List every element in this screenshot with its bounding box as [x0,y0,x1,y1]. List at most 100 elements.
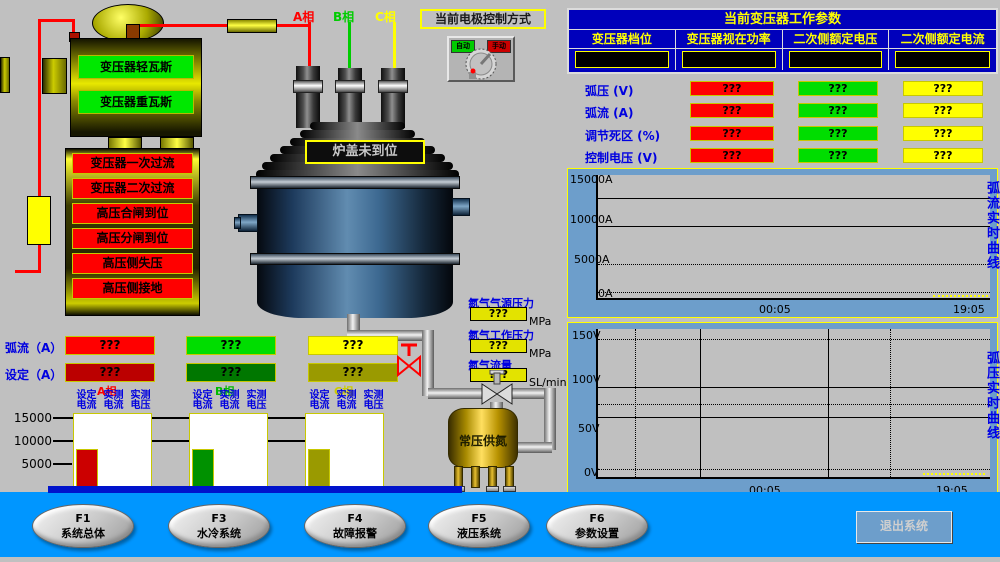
arc-voltage-a: ??? [690,81,774,96]
n2-working-pressure-unit: MPa [529,347,551,360]
param-value-box [895,51,990,68]
n2-source-pressure-value: ??? [470,307,527,321]
setpoint-a: ??? [65,363,155,382]
bar-phase-c [308,449,330,486]
y-tick: 100V [572,373,601,386]
gridline [598,198,990,199]
transformer-terminal [126,24,140,39]
pipe-segment [544,388,556,450]
phase-c-drop-wire [393,22,396,72]
bar-panel-b [189,413,268,487]
nitrogen-valve-icon[interactable] [479,370,515,406]
fkey-label: F5 [429,512,529,525]
col-header: 实测电压 [129,391,152,411]
col-header: 实测电流 [102,391,125,411]
mode-selector-knob[interactable] [463,45,499,81]
x-tick: 19:05 [953,303,985,316]
footer-button-f6-parameter-settings[interactable]: F6 参数设置 [546,504,648,548]
footer-button-f4-fault-alarm[interactable]: F4 故障报警 [304,504,406,548]
alarm-lamp-breaker-closed: 高压合闸到位 [72,203,193,224]
electrode-clamp-b [335,80,365,93]
col-rated-current: 二次侧额定电流 [889,30,996,48]
phase-a-label: A相 [293,8,314,25]
arc-voltage-trend-title: 弧压实时曲线 [982,351,1000,479]
furnace-vessel [257,178,453,318]
fbtn-label: 水冷系统 [169,525,269,541]
arc-current-trend-title: 弧流实时曲线 [982,181,1000,309]
disconnector-switch [27,196,51,245]
fkey-label: F1 [33,512,133,525]
hv-wire [38,19,75,22]
furnace-nozzle-left-cap [234,217,241,229]
alarm-lamp-breaker-open: 高压分闸到位 [72,228,193,249]
setpoint-row-label: 设定（A） [5,366,62,383]
pipe-segment [422,330,434,396]
bar-axis-tick: 5000 [10,457,52,471]
electrode-c [381,68,405,128]
arc-voltage-label: 弧压 (V) [585,82,633,99]
arc-voltage-trace [923,473,985,475]
x-tick: 00:05 [759,303,791,316]
phase-a-wire [140,24,228,27]
params-table-title: 当前变压器工作参数 [569,10,996,30]
nitrogen-tank-label: 常压供氮 [449,432,517,449]
setpoint-b: ??? [186,363,276,382]
tank-leg [505,466,514,488]
exit-system-button[interactable]: 退出系统 [856,511,952,543]
col-header: 实测电流 [335,391,358,411]
arc-current-label: 弧流 (A) [585,104,633,121]
gridline [598,387,990,388]
furnace-cover-ring [310,122,405,130]
edge-bushing [0,57,10,93]
arc-current-trace [933,295,988,297]
gridline [598,292,990,293]
setpoint-c: ??? [308,363,398,382]
gridline [635,329,636,477]
arc-voltage-c: ??? [903,81,983,96]
axis-tick [53,463,72,465]
trend-plot-area [596,175,990,300]
footer-button-f5-hydraulic-system[interactable]: F5 液压系统 [428,504,530,548]
y-tick: 0A [598,287,613,300]
fbtn-label: 参数设置 [547,525,647,541]
electrode-clamp-c [378,80,408,93]
busbar [48,486,462,493]
transformer-body [70,38,202,137]
tank-leg [454,466,463,488]
furnace-cover-ring [300,130,415,138]
arc-voltage-trend-chart: 150V 100V 50V 0V 00:05 19:05 弧压实时曲线 [567,322,998,500]
transformer-params-table: 当前变压器工作参数 变压器档位 变压器视在功率 二次侧额定电压 二次侧额定电流 [567,8,998,74]
param-value-box [682,51,776,68]
params-table-header: 变压器档位 变压器视在功率 二次侧额定电压 二次侧额定电流 [569,30,996,49]
control-voltage-b: ??? [798,148,878,163]
bar-phase-a [76,449,98,486]
hv-wire [38,19,41,198]
bar-panel-c [305,413,384,487]
control-voltage-c: ??? [903,148,983,163]
furnace-nozzle-right [452,198,470,216]
pipe-segment [512,442,552,453]
control-mode-title: 当前电极控制方式 [420,9,546,29]
arc-current-a: ??? [65,336,155,355]
col-header: 实测电压 [362,391,385,411]
transformer-bushing [42,58,67,94]
n2-flow-unit: SL/min [529,376,567,389]
bottom-strip [0,557,1000,562]
footer-button-f1-system-overview[interactable]: F1 系统总体 [32,504,134,548]
footer-button-f3-water-cooling[interactable]: F3 水冷系统 [168,504,270,548]
manual-valve-icon[interactable] [396,342,422,378]
gridline [598,469,990,470]
fbtn-label: 液压系统 [429,525,529,541]
gridline [598,339,990,340]
param-value-box [789,51,883,68]
pipe-segment [428,388,486,399]
col-tap-position: 变压器档位 [569,30,676,48]
alarm-lamp-voltage-loss: 高压侧失压 [72,253,193,274]
col-apparent-power: 变压器视在功率 [676,30,783,48]
hv-wire [15,270,41,273]
fkey-label: F6 [547,512,647,525]
phase-c-label: C相 [375,8,396,25]
y-tick: 10000A [570,213,613,226]
y-tick: 0V [584,466,599,479]
gridline [598,404,990,405]
